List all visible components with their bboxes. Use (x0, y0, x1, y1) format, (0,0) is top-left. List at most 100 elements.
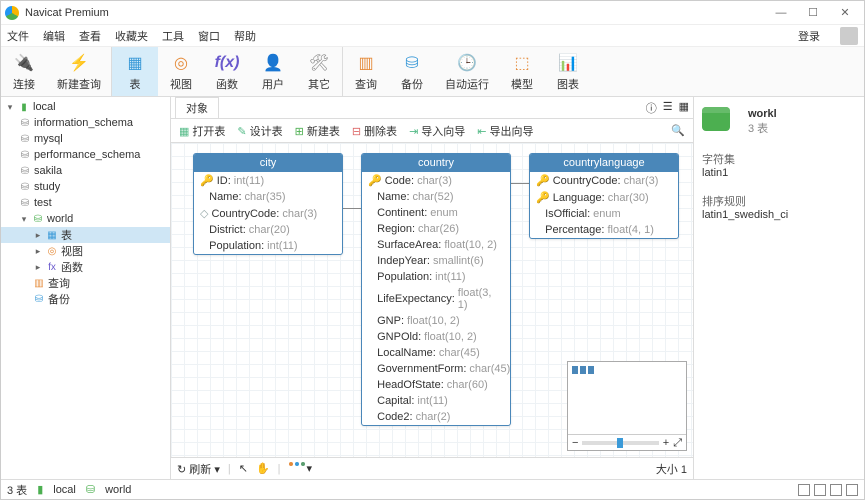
tree-db[interactable]: ⛁performance_schema (1, 147, 170, 163)
open-table-button[interactable]: ▦打开表 (179, 123, 225, 139)
zoom-slider[interactable] (582, 441, 658, 445)
view-mode-button[interactable] (798, 484, 810, 496)
hand-tool-button[interactable]: ✋ (256, 462, 270, 475)
toolbar-function[interactable]: f(x)函数 (204, 47, 250, 96)
column-row[interactable]: Code2: char(2) (362, 409, 510, 425)
column-row[interactable]: 🔑Language: char(30) (530, 189, 678, 206)
overview-panel[interactable]: − + ⤢ (567, 361, 687, 451)
column-row[interactable]: Region: char(26) (362, 221, 510, 237)
menu-file[interactable]: 文件 (7, 28, 29, 44)
entity-country[interactable]: country🔑Code: char(3) Name: char(52) Con… (361, 153, 511, 426)
column-row[interactable]: Population: int(11) (194, 238, 342, 254)
tree-db[interactable]: ⛁mysql (1, 131, 170, 147)
column-type: char(45) (439, 347, 480, 359)
expand-icon[interactable]: ▾ (5, 102, 15, 113)
zoom-in-button[interactable]: + (663, 437, 669, 449)
zoom-fit-button[interactable]: ⤢ (673, 437, 682, 450)
tree-queries[interactable]: ▥查询 (1, 275, 170, 291)
expand-icon[interactable]: ▸ (33, 246, 43, 257)
tree-tables[interactable]: ▸▦表 (1, 227, 170, 243)
close-button[interactable]: ✕ (830, 3, 860, 23)
view-mode-button[interactable] (846, 484, 858, 496)
refresh-button[interactable]: ↻ 刷新 ▾ (177, 461, 220, 477)
avatar-icon[interactable] (840, 27, 858, 45)
tree-db[interactable]: ⛁test (1, 195, 170, 211)
zoom-out-button[interactable]: − (572, 437, 578, 449)
column-row[interactable]: GovernmentForm: char(45) (362, 361, 510, 377)
grid-icon[interactable]: ▦ (679, 100, 689, 116)
column-row[interactable]: HeadOfState: char(60) (362, 377, 510, 393)
export-button[interactable]: ⇤导出向导 (477, 123, 533, 139)
menu-view[interactable]: 查看 (79, 28, 101, 44)
toolbar-chart[interactable]: 📊图表 (545, 47, 591, 96)
column-row[interactable]: LocalName: char(45) (362, 345, 510, 361)
toolbar-model[interactable]: ⬚模型 (499, 47, 545, 96)
column-row[interactable]: Continent: enum (362, 205, 510, 221)
column-row[interactable]: GNP: float(10, 2) (362, 313, 510, 329)
entity-countrylanguage[interactable]: countrylanguage🔑CountryCode: char(3)🔑Lan… (529, 153, 679, 239)
tree-views[interactable]: ▸◎视图 (1, 243, 170, 259)
view-mode-button[interactable] (814, 484, 826, 496)
tree-db[interactable]: ⛁information_schema (1, 115, 170, 131)
entity-header[interactable]: countrylanguage (530, 154, 678, 172)
view-mode-button[interactable] (830, 484, 842, 496)
column-row[interactable]: 🔑CountryCode: char(3) (530, 172, 678, 189)
column-row[interactable]: IndepYear: smallint(6) (362, 253, 510, 269)
toolbar-table[interactable]: ▦表 (112, 47, 158, 96)
maximize-button[interactable]: ☐ (798, 3, 828, 23)
column-row[interactable]: IsOfficial: enum (530, 206, 678, 222)
column-row[interactable]: 🔑Code: char(3) (362, 172, 510, 189)
column-row[interactable]: ◇CountryCode: char(3) (194, 205, 342, 222)
login-link[interactable]: 登录 (798, 28, 820, 44)
toolbar-user[interactable]: 👤用户 (250, 47, 296, 96)
column-row[interactable]: Percentage: float(4, 1) (530, 222, 678, 238)
column-row[interactable]: Capital: int(11) (362, 393, 510, 409)
tree-backups[interactable]: ⛁备份 (1, 291, 170, 307)
column-row[interactable]: LifeExpectancy: float(3, 1) (362, 285, 510, 313)
toolbar-other[interactable]: 🛠其它 (296, 47, 342, 96)
design-table-button[interactable]: ✎设计表 (237, 123, 282, 139)
pointer-tool-button[interactable]: ↖ (239, 462, 248, 475)
toolbar-new-query[interactable]: ⚡新建查询 (47, 47, 111, 96)
menu-favorites[interactable]: 收藏夹 (115, 28, 148, 44)
tree-db[interactable]: ⛁sakila (1, 163, 170, 179)
erd-canvas[interactable]: city🔑ID: int(11) Name: char(35)◇CountryC… (171, 143, 693, 457)
expand-icon[interactable]: ▸ (33, 262, 43, 273)
minimize-button[interactable]: — (766, 3, 796, 23)
column-row[interactable]: District: char(20) (194, 222, 342, 238)
info-icon[interactable]: ⓘ (646, 100, 657, 116)
expand-icon[interactable]: ▸ (33, 230, 43, 241)
column-row[interactable]: GNPOld: float(10, 2) (362, 329, 510, 345)
column-row[interactable]: 🔑ID: int(11) (194, 172, 342, 189)
tab-objects[interactable]: 对象 (175, 97, 219, 118)
toolbar-connect[interactable]: 🔌连接 (1, 47, 47, 96)
list-icon[interactable]: ☰ (663, 100, 673, 116)
column-row[interactable]: Name: char(52) (362, 189, 510, 205)
backup-icon: ⛁ (33, 294, 45, 304)
column-row[interactable]: SurfaceArea: float(10, 2) (362, 237, 510, 253)
color-picker-button[interactable]: ▾ (289, 462, 313, 475)
menu-window[interactable]: 窗口 (198, 28, 220, 44)
toolbar-view[interactable]: ◎视图 (158, 47, 204, 96)
tree-db-world[interactable]: ▾⛁world (1, 211, 170, 227)
tree-functions[interactable]: ▸fx函数 (1, 259, 170, 275)
menu-help[interactable]: 帮助 (234, 28, 256, 44)
connection-tree[interactable]: ▾▮local ⛁information_schema ⛁mysql ⛁perf… (1, 97, 171, 479)
toolbar-auto[interactable]: 🕒自动运行 (435, 47, 499, 96)
tree-db[interactable]: ⛁study (1, 179, 170, 195)
toolbar-query[interactable]: ▥查询 (343, 47, 389, 96)
tree-connection-local[interactable]: ▾▮local (1, 99, 170, 115)
menu-edit[interactable]: 编辑 (43, 28, 65, 44)
entity-header[interactable]: country (362, 154, 510, 172)
entity-city[interactable]: city🔑ID: int(11) Name: char(35)◇CountryC… (193, 153, 343, 255)
toolbar-backup[interactable]: ⛁备份 (389, 47, 435, 96)
new-table-button[interactable]: ⊞新建表 (295, 123, 340, 139)
column-row[interactable]: Population: int(11) (362, 269, 510, 285)
search-icon[interactable]: 🔍 (671, 124, 685, 137)
import-button[interactable]: ⇥导入向导 (409, 123, 465, 139)
expand-icon[interactable]: ▾ (19, 214, 29, 225)
column-row[interactable]: Name: char(35) (194, 189, 342, 205)
delete-table-button[interactable]: ⊟删除表 (352, 123, 397, 139)
menu-tools[interactable]: 工具 (162, 28, 184, 44)
entity-header[interactable]: city (194, 154, 342, 172)
